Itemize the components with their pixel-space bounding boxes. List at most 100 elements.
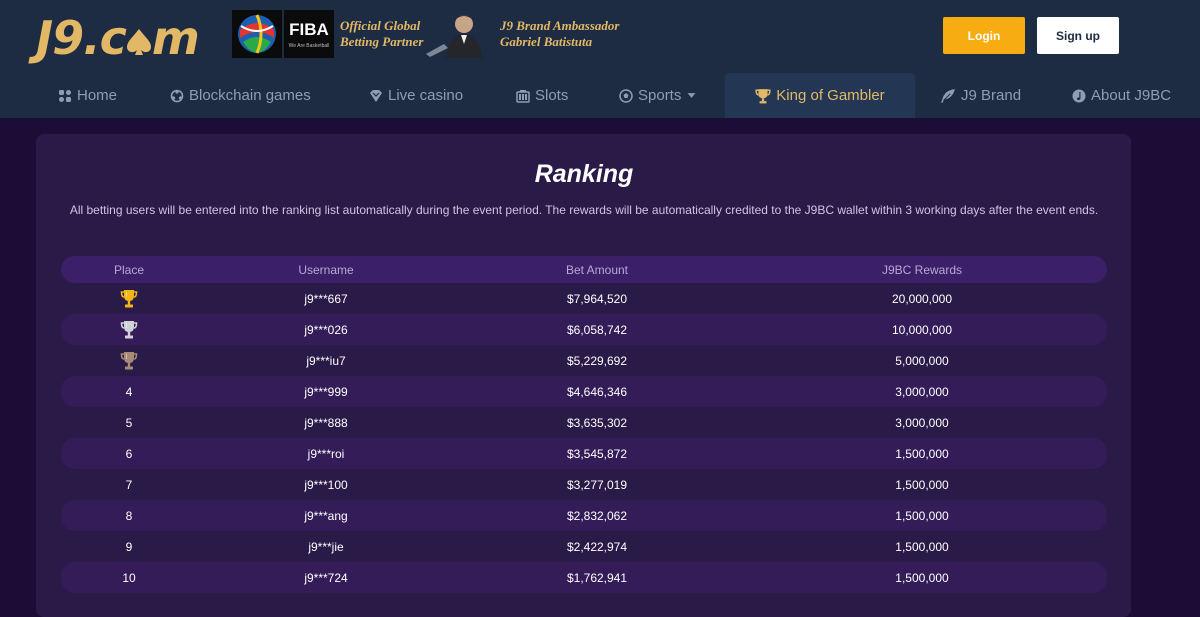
bet-amount-cell: $4,646,346 (566, 384, 628, 399)
login-button[interactable]: Login (943, 17, 1025, 54)
table-row: j9***667 $7,964,520 20,000,000 (61, 283, 1107, 314)
fiba-logo: FIBA We Are Basketball (284, 10, 334, 58)
basketball-globe-icon (232, 10, 282, 58)
place-cell: 9 (61, 531, 197, 562)
nav-item-live-casino[interactable]: Live casino (369, 73, 463, 118)
username-cell: j9***724 (304, 570, 348, 585)
username-cell: j9***888 (304, 415, 348, 430)
place-cell: 8 (61, 500, 197, 531)
place-cell (61, 314, 197, 345)
reward-cell: 20,000,000 (891, 291, 953, 306)
reward-cell: 1,500,000 (895, 570, 949, 585)
bet-amount-cell: $3,545,872 (566, 446, 628, 461)
place-cell: 6 (61, 438, 197, 469)
place-cell (61, 283, 197, 314)
table-row: 6 j9***roi $3,545,872 1,500,000 (61, 438, 1107, 469)
table-row: 7 j9***100 $3,277,019 1,500,000 (61, 469, 1107, 500)
nav-label: King of Gambler (776, 87, 885, 104)
bet-amount-cell: $5,229,692 (566, 353, 628, 368)
bet-amount-cell: $1,762,941 (566, 570, 628, 585)
username-cell: j9***100 (304, 477, 348, 492)
username-cell: j9***jie (308, 539, 344, 554)
column-header-rewards: J9BC Rewards (881, 262, 963, 277)
ambassador-text: J9 Brand Ambassador Gabriel Batistuta (500, 18, 619, 50)
slots-icon (516, 89, 530, 103)
reward-cell: 3,000,000 (895, 384, 949, 399)
home-icon (59, 89, 71, 102)
column-header-username: Username (298, 262, 354, 277)
username-cell: j9***667 (304, 291, 348, 306)
table-row: j9***iu7 $5,229,692 5,000,000 (61, 345, 1107, 376)
nav-label: Slots (535, 87, 569, 104)
trophy-icon (755, 88, 771, 103)
reward-cell: 10,000,000 (891, 322, 953, 337)
nav-label: Live casino (388, 87, 464, 104)
nav-label: About J9BC (1091, 87, 1172, 104)
username-cell: j9***ang (304, 508, 348, 523)
table-row: j9***026 $6,058,742 10,000,000 (61, 314, 1107, 345)
place-cell: 5 (61, 407, 197, 438)
place-number: 5 (125, 415, 133, 430)
reward-cell: 5,000,000 (895, 353, 949, 368)
ambassador-name: Gabriel Batistuta (500, 34, 593, 49)
table-row: 4 j9***999 $4,646,346 3,000,000 (61, 376, 1107, 407)
fiba-partner-banner[interactable]: FIBA We Are Basketball Official Global B… (232, 10, 423, 58)
j9-logo[interactable]: J9.c m (36, 12, 200, 64)
bet-amount-cell: $3,635,302 (566, 415, 628, 430)
bet-amount-cell: $6,058,742 (566, 322, 628, 337)
place-cell: 7 (61, 469, 197, 500)
nav-item-king-of-gambler[interactable]: King of Gambler (725, 73, 915, 118)
nav-item-slots[interactable]: Slots (516, 73, 568, 118)
table-header: Place Username Bet Amount J9BC Rewards (61, 256, 1107, 283)
table-row: 5 j9***888 $3,635,302 3,000,000 (61, 407, 1107, 438)
nav-label: J9 Brand (961, 87, 1022, 104)
table-row: 9 j9***jie $2,422,974 1,500,000 (61, 531, 1107, 562)
reward-cell: 1,500,000 (895, 508, 949, 523)
nav-label: Blockchain games (189, 87, 311, 104)
place-number: 4 (125, 384, 133, 399)
reward-cell: 1,500,000 (895, 446, 949, 461)
nav-item-blockchain-games[interactable]: Blockchain games (170, 73, 311, 118)
nav-label: Sports (638, 87, 682, 104)
reward-cell: 3,000,000 (895, 415, 949, 430)
fiba-tagline: We Are Basketball (288, 42, 330, 49)
nav-label: Home (77, 87, 118, 104)
table-body: j9***667 $7,964,520 20,000,000 j9***026 $6,0… (61, 283, 1107, 593)
bet-amount-cell: $2,832,062 (566, 508, 628, 523)
nav-item-j9-brand[interactable]: J9 Brand (940, 73, 1021, 118)
username-cell: j9***iu7 (306, 353, 346, 368)
fiba-label: FIBA (289, 19, 329, 39)
bet-amount-cell: $2,422,974 (566, 539, 628, 554)
bet-amount-cell: $7,964,520 (566, 291, 628, 306)
column-header-bet-amount: Bet Amount (565, 262, 629, 277)
username-cell: j9***roi (307, 446, 345, 461)
partner-line-1: Official Global (340, 18, 421, 33)
reward-cell: 1,500,000 (895, 539, 949, 554)
brand-ambassador-banner[interactable]: J9 Brand Ambassador Gabriel Batistuta (424, 10, 619, 58)
silver-trophy-icon (120, 320, 138, 338)
place-number: 8 (125, 508, 133, 523)
casino-chip-icon (370, 89, 382, 102)
signup-button[interactable]: Sign up (1037, 17, 1119, 54)
gold-trophy-icon (120, 289, 138, 307)
nav-item-sports[interactable]: Sports (619, 73, 697, 118)
nav-item-about-j9bc[interactable]: About J9BC (1072, 73, 1171, 118)
feather-icon (941, 88, 955, 103)
place-number: 9 (125, 539, 133, 554)
spade-icon (126, 29, 151, 55)
reward-cell: 1,500,000 (895, 477, 949, 492)
ambassador-line-1: J9 Brand Ambassador (500, 18, 620, 33)
place-number: 6 (125, 446, 133, 461)
partner-line-2: Betting Partner (340, 34, 424, 49)
ranking-table: Place Username Bet Amount J9BC Rewards j… (61, 256, 1107, 593)
page-title: Ranking (534, 160, 634, 188)
ranking-description: All betting users will be entered into t… (69, 203, 1099, 217)
blockchain-icon (170, 89, 184, 102)
about-icon (1072, 89, 1086, 102)
nav-item-home[interactable]: Home (58, 73, 117, 118)
table-row: 8 j9***ang $2,832,062 1,500,000 (61, 500, 1107, 531)
username-cell: j9***999 (304, 384, 348, 399)
place-cell: 4 (61, 376, 197, 407)
partner-text: Official Global Betting Partner (340, 18, 423, 50)
bronze-trophy-icon (120, 351, 138, 369)
